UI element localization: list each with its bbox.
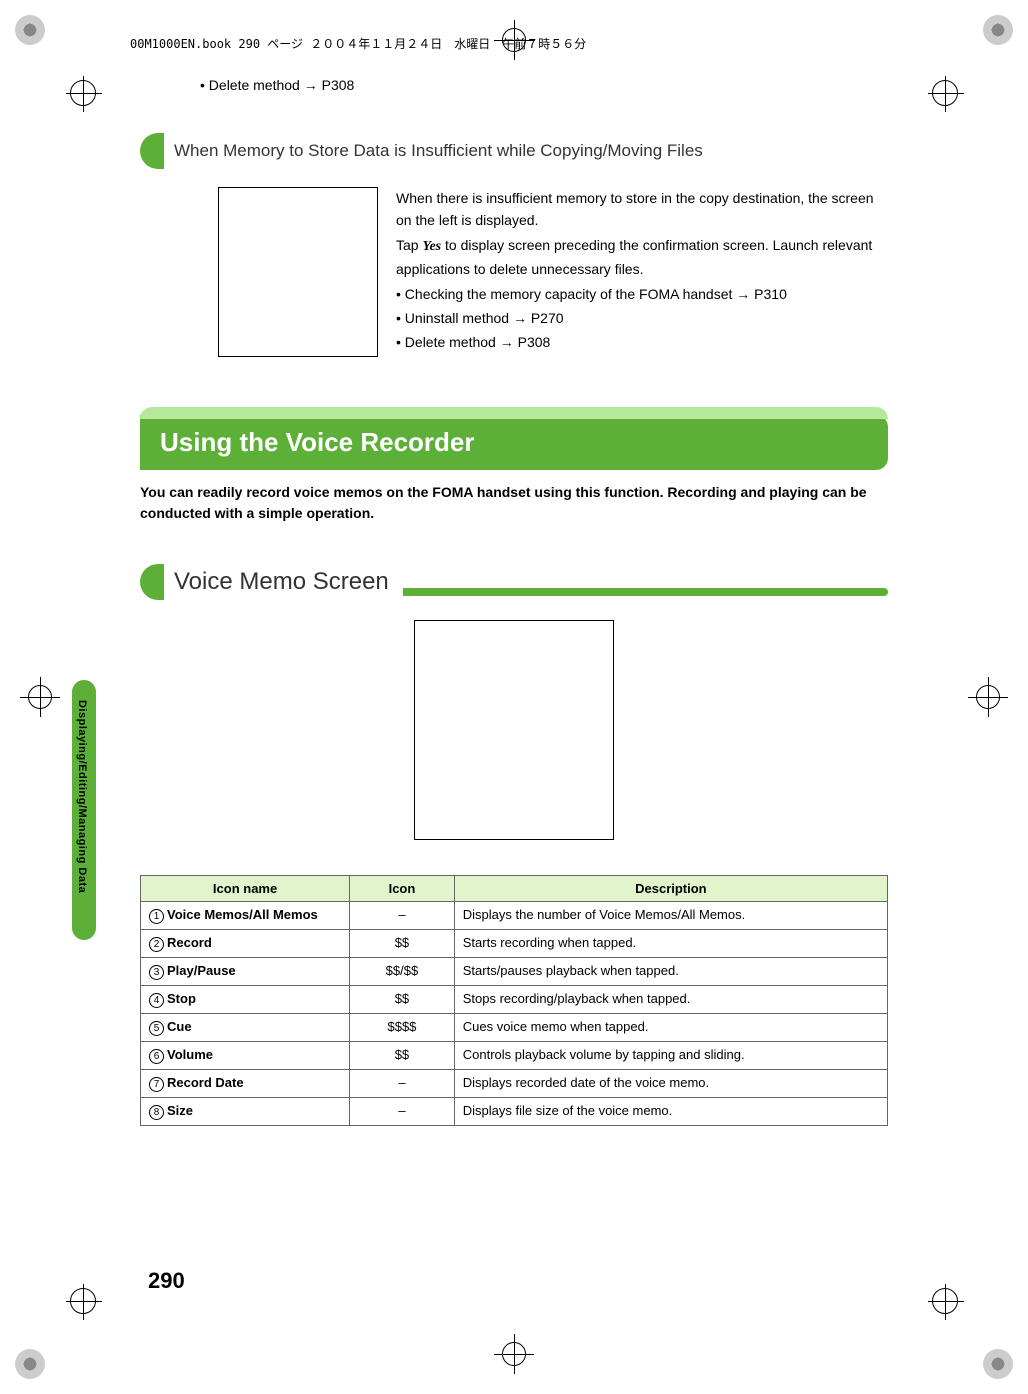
section-side-label: Displaying/Editing/Managing Data (76, 700, 88, 893)
table-row: 8Size – Displays file size of the voice … (141, 1098, 888, 1126)
number-badge-icon: 3 (149, 965, 164, 980)
icon-reference-table: Icon name Icon Description 1Voice Memos/… (140, 875, 888, 1126)
bullet-text: • Checking the memory capacity of the FO… (396, 283, 888, 305)
crop-mark-icon (983, 1349, 1013, 1379)
number-badge-icon: 1 (149, 909, 164, 924)
table-row: 2Record $$ Starts recording when tapped. (141, 930, 888, 958)
registration-mark-icon (494, 1334, 534, 1374)
section-title: When Memory to Store Data is Insufficien… (164, 135, 721, 167)
table-header: Description (454, 876, 887, 902)
bullet-text: • Uninstall method → P270 (396, 307, 888, 329)
number-badge-icon: 5 (149, 1021, 164, 1036)
yes-button-ref: Yes (422, 239, 441, 254)
registration-mark-icon (70, 1288, 96, 1314)
crop-mark-icon (983, 15, 1013, 45)
bullet-text: • Delete method → P308 (200, 77, 888, 93)
banner-accent (140, 407, 888, 419)
registration-mark-icon (968, 677, 1008, 717)
number-badge-icon: 7 (149, 1077, 164, 1092)
print-header: 00M1000EN.book 290 ページ ２００４年１１月２４日 水曜日 午… (100, 35, 928, 52)
screenshot-placeholder (414, 620, 614, 840)
number-badge-icon: 6 (149, 1049, 164, 1064)
registration-mark-icon (70, 80, 96, 106)
registration-mark-icon (932, 80, 958, 106)
number-badge-icon: 8 (149, 1105, 164, 1120)
body-text: When there is insufficient memory to sto… (396, 187, 888, 232)
table-row: 1Voice Memos/All Memos – Displays the nu… (141, 902, 888, 930)
number-badge-icon: 4 (149, 993, 164, 1008)
table-header: Icon (350, 876, 455, 902)
table-row: 6Volume $$ Controls playback volume by t… (141, 1042, 888, 1070)
table-header: Icon name (141, 876, 350, 902)
section-heading: When Memory to Store Data is Insufficien… (140, 133, 888, 169)
crop-mark-icon (15, 1349, 45, 1379)
table-row: 4Stop $$ Stops recording/playback when t… (141, 986, 888, 1014)
number-badge-icon: 2 (149, 937, 164, 952)
table-row: 3Play/Pause $$/$$ Starts/pauses playback… (141, 958, 888, 986)
crop-mark-icon (15, 15, 45, 45)
page-number: 290 (148, 1268, 185, 1294)
table-row: 7Record Date – Displays recorded date of… (141, 1070, 888, 1098)
table-row: 5Cue $$$$ Cues voice memo when tapped. (141, 1014, 888, 1042)
body-text: Tap Yes to display screen preceding the … (396, 234, 888, 281)
section-title: Voice Memo Screen (164, 564, 403, 600)
registration-mark-icon (932, 1288, 958, 1314)
screenshot-placeholder (218, 187, 378, 357)
bullet-text: • Delete method → P308 (396, 331, 888, 353)
intro-text: You can readily record voice memos on th… (140, 482, 888, 524)
registration-mark-icon (20, 677, 60, 717)
chapter-banner: Using the Voice Recorder (140, 415, 888, 470)
section-heading: Voice Memo Screen (140, 564, 888, 600)
